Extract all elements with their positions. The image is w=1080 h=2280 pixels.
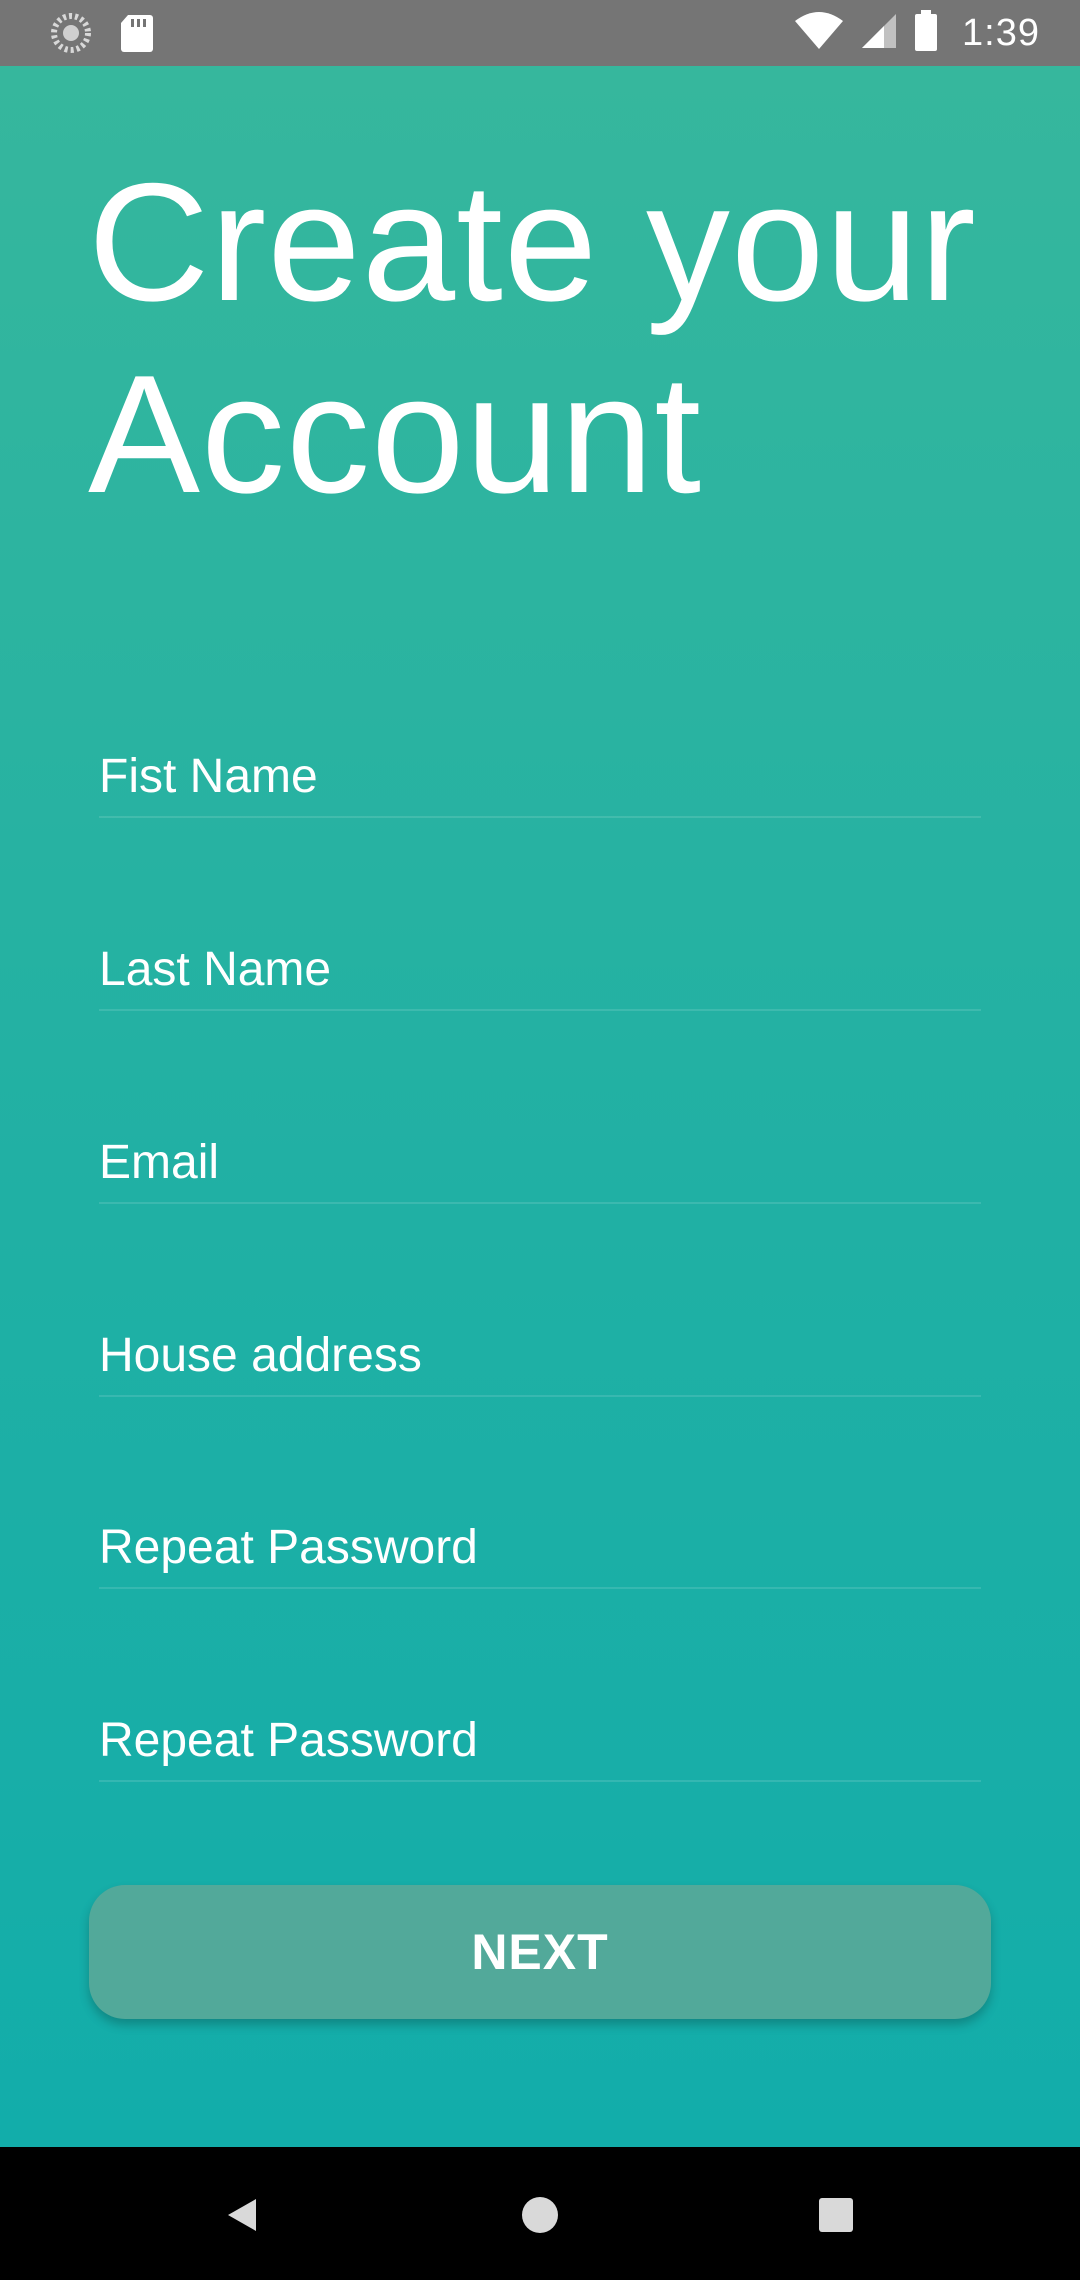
create-account-screen: Create your Account Fist Name Last Name … (0, 66, 1080, 2147)
back-icon[interactable] (212, 2185, 272, 2245)
cell-signal-icon (860, 12, 898, 55)
password-field[interactable]: Repeat Password (99, 1507, 981, 1589)
first-name-field[interactable]: Fist Name (99, 736, 981, 818)
repeat-password-field[interactable]: Repeat Password (99, 1700, 981, 1782)
next-button[interactable]: NEXT (89, 1885, 991, 2019)
status-left (50, 12, 154, 59)
first-name-placeholder: Fist Name (99, 750, 318, 803)
last-name-placeholder: Last Name (99, 943, 332, 996)
email-placeholder: Email (99, 1136, 220, 1189)
email-field[interactable]: Email (99, 1122, 981, 1204)
recents-icon[interactable] (806, 2185, 866, 2245)
house-address-field[interactable]: House address (99, 1315, 981, 1397)
status-bar: 1:39 (0, 0, 1080, 66)
home-icon[interactable] (510, 2185, 570, 2245)
loading-circle-icon (50, 12, 92, 59)
battery-icon (914, 9, 938, 57)
repeat-password-placeholder: Repeat Password (99, 1714, 478, 1767)
last-name-field[interactable]: Last Name (99, 929, 981, 1011)
status-time: 1:39 (962, 11, 1040, 54)
wifi-icon (794, 11, 844, 56)
house-address-placeholder: House address (99, 1329, 422, 1382)
password-placeholder: Repeat Password (99, 1521, 478, 1574)
status-right: 1:39 (794, 8, 1040, 58)
navigation-bar (0, 2147, 1080, 2280)
page-title: Create your Account (88, 148, 977, 528)
sd-card-icon (120, 13, 154, 58)
screen: 1:39 Create your Account Fist Name Last … (0, 0, 1080, 2280)
